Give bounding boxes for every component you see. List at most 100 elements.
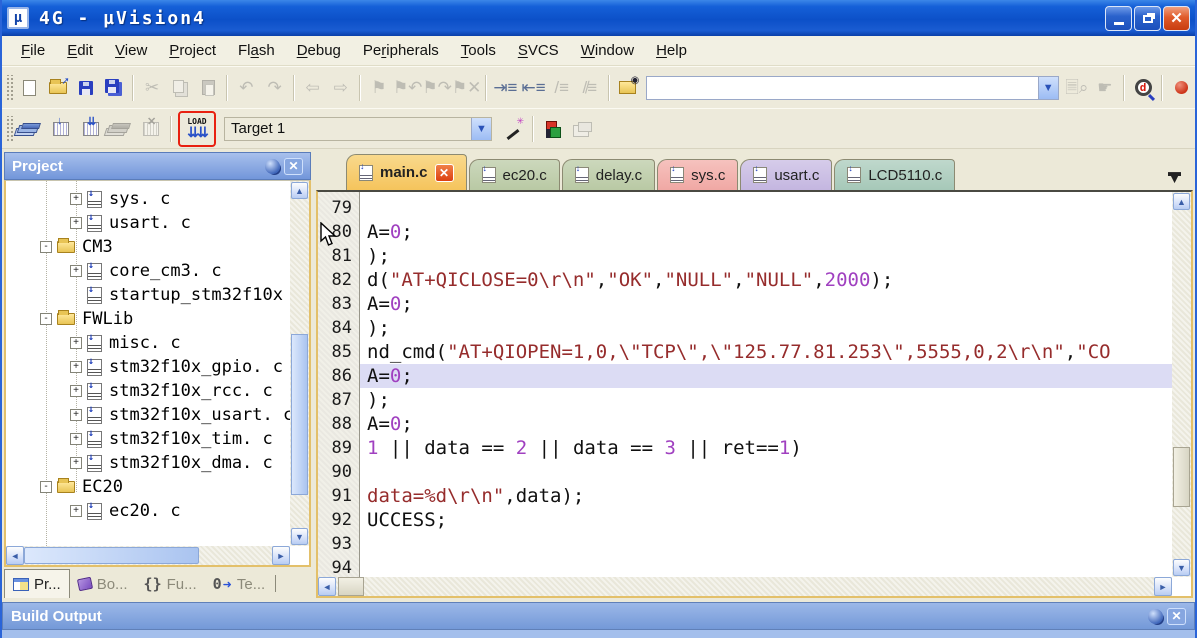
line-number[interactable]: 82	[318, 268, 352, 292]
scrollbar-thumb[interactable]	[338, 577, 364, 596]
tree-item-misc-c[interactable]: + misc. c	[6, 331, 290, 355]
tree-item-sys-c[interactable]: + sys. c	[6, 187, 290, 211]
code-line-83[interactable]: A=0;	[360, 292, 1172, 316]
tree-toggle[interactable]: +	[70, 265, 82, 277]
find-in-files-button[interactable]	[614, 73, 642, 103]
build-button[interactable]: ↓	[46, 114, 76, 144]
code-line-79[interactable]	[360, 196, 1172, 220]
autohide-pin-icon[interactable]	[1148, 608, 1163, 624]
line-number[interactable]: 79	[318, 196, 352, 220]
line-number[interactable]: 92	[318, 508, 352, 532]
menu-help[interactable]: Help	[645, 38, 698, 63]
open-file-button[interactable]: ➚	[44, 73, 72, 103]
bookmark-toggle-button[interactable]: ⚑	[365, 73, 393, 103]
batch-build-button[interactable]	[106, 114, 136, 144]
autohide-pin-icon[interactable]	[265, 158, 280, 174]
menu-tools[interactable]: Tools	[450, 38, 507, 63]
tree-item-cm3[interactable]: - CM3	[6, 235, 290, 259]
tree-toggle[interactable]: -	[40, 313, 52, 325]
copy-button[interactable]	[166, 73, 194, 103]
tree-toggle[interactable]: +	[70, 193, 82, 205]
menu-flash[interactable]: Flash	[227, 38, 286, 63]
tree-item-ec20-c[interactable]: + ec20. c	[6, 499, 290, 523]
document-tab-usart-c[interactable]: usart.c	[740, 159, 833, 190]
code-line-92[interactable]: UCCESS;	[360, 508, 1172, 532]
menu-view[interactable]: View	[104, 38, 158, 63]
code-line-85[interactable]: nd_cmd("AT+QIOPEN=1,0,\"TCP\",\"125.77.8…	[360, 340, 1172, 364]
workspace-tab-bo[interactable]: Bo...	[70, 569, 136, 598]
tree-toggle[interactable]: +	[70, 505, 82, 517]
scroll-left-button[interactable]: ◄	[6, 546, 24, 565]
code-line-81[interactable]: );	[360, 244, 1172, 268]
workspace-tab-pr[interactable]: Pr...	[4, 569, 70, 598]
menu-peripherals[interactable]: Peripherals	[352, 38, 450, 63]
tab-list-dropdown-icon[interactable]: ▬ ▼	[1168, 165, 1181, 185]
scrollbar-thumb[interactable]	[1173, 446, 1190, 508]
target-select-value[interactable]: Target 1	[225, 120, 471, 137]
search-combo[interactable]: ▼	[645, 75, 1059, 100]
menu-edit[interactable]: Edit	[56, 38, 104, 63]
paste-button[interactable]	[194, 73, 222, 103]
project-tree-vertical-scrollbar[interactable]: ▲ ▼	[290, 181, 309, 546]
code-text-area[interactable]: A=0;); d("AT+QICLOSE=0\r\n","OK","NULL","…	[360, 192, 1172, 577]
save-all-button[interactable]	[100, 73, 128, 103]
redo-button[interactable]: ↷	[261, 73, 289, 103]
target-select-combo[interactable]: Target 1 ▼	[224, 116, 492, 141]
comment-button[interactable]: /≡	[548, 73, 576, 103]
undo-button[interactable]: ↶	[232, 73, 260, 103]
tree-toggle[interactable]: -	[40, 481, 52, 493]
line-number[interactable]: 86	[318, 364, 352, 388]
code-line-88[interactable]: A=0;	[360, 412, 1172, 436]
translate-button[interactable]	[16, 114, 46, 144]
line-number[interactable]: 93	[318, 532, 352, 556]
navigate-back-button[interactable]: ⇦	[299, 73, 327, 103]
find-in-doc-button[interactable]: 🗏⌕	[1063, 73, 1091, 103]
tab-close-button[interactable]: ✕	[434, 163, 454, 182]
document-tab-main-c[interactable]: main.c ✕	[346, 154, 467, 190]
line-number[interactable]: 81	[318, 244, 352, 268]
indent-right-button[interactable]: ⇥≡	[491, 73, 519, 103]
tree-item-stm32f10x-usart-c[interactable]: + stm32f10x_usart. c	[6, 403, 290, 427]
document-tab-lcd5110-c[interactable]: LCD5110.c	[834, 159, 956, 190]
line-number[interactable]: 88	[318, 412, 352, 436]
scroll-right-button[interactable]: ►	[272, 546, 290, 565]
window-layout-button[interactable]	[568, 114, 598, 144]
line-number[interactable]: 84	[318, 316, 352, 340]
project-tree-horizontal-scrollbar[interactable]: ◄ ►	[6, 546, 290, 565]
line-number[interactable]: 91	[318, 484, 352, 508]
tree-item-stm32f10x-tim-c[interactable]: + stm32f10x_tim. c	[6, 427, 290, 451]
line-number[interactable]: 85	[318, 340, 352, 364]
menu-debug[interactable]: Debug	[286, 38, 352, 63]
menu-window[interactable]: Window	[570, 38, 645, 63]
project-panel-close-button[interactable]: ✕	[284, 157, 303, 175]
tree-item-stm32f10x-gpio-c[interactable]: + stm32f10x_gpio. c	[6, 355, 290, 379]
tree-toggle[interactable]: +	[70, 337, 82, 349]
load-download-button[interactable]: LOAD ⇊⇊	[178, 110, 216, 147]
code-line-82[interactable]: d("AT+QICLOSE=0\r\n","OK","NULL","NULL",…	[360, 268, 1172, 292]
tree-item-usart-c[interactable]: + usart. c	[6, 211, 290, 235]
tree-item-ec20[interactable]: - EC20	[6, 475, 290, 499]
debug-session-button[interactable]: d	[1129, 73, 1157, 103]
document-tab-delay-c[interactable]: delay.c	[561, 159, 656, 190]
document-tab-sys-c[interactable]: sys.c	[657, 159, 739, 190]
code-line-86[interactable]: A=0;	[360, 364, 1172, 388]
indent-left-button[interactable]: ⇤≡	[519, 73, 547, 103]
toolbar-grip-2[interactable]	[5, 115, 13, 142]
scrollbar-thumb[interactable]	[291, 334, 308, 495]
uncomment-button[interactable]: /̸≡	[576, 73, 604, 103]
tree-item-fwlib[interactable]: - FWLib	[6, 307, 290, 331]
line-number[interactable]: 80	[318, 220, 352, 244]
document-tab-ec20-c[interactable]: ec20.c	[468, 159, 560, 190]
run-to-cursor-button[interactable]: ☛	[1091, 73, 1119, 103]
code-line-91[interactable]: data=%d\r\n",data);	[360, 484, 1172, 508]
build-output-close-button[interactable]: ✕	[1167, 607, 1186, 625]
bookmark-next-button[interactable]: ⚑↷	[422, 73, 451, 103]
tree-toggle[interactable]: +	[70, 217, 82, 229]
tree-item-stm32f10x-dma-c[interactable]: + stm32f10x_dma. c	[6, 451, 290, 475]
save-button[interactable]	[72, 73, 100, 103]
navigate-forward-button[interactable]: ⇨	[327, 73, 355, 103]
code-line-84[interactable]: );	[360, 316, 1172, 340]
line-number[interactable]: 83	[318, 292, 352, 316]
restore-button[interactable]	[1134, 5, 1161, 31]
target-select-dropdown[interactable]: ▼	[471, 117, 491, 140]
